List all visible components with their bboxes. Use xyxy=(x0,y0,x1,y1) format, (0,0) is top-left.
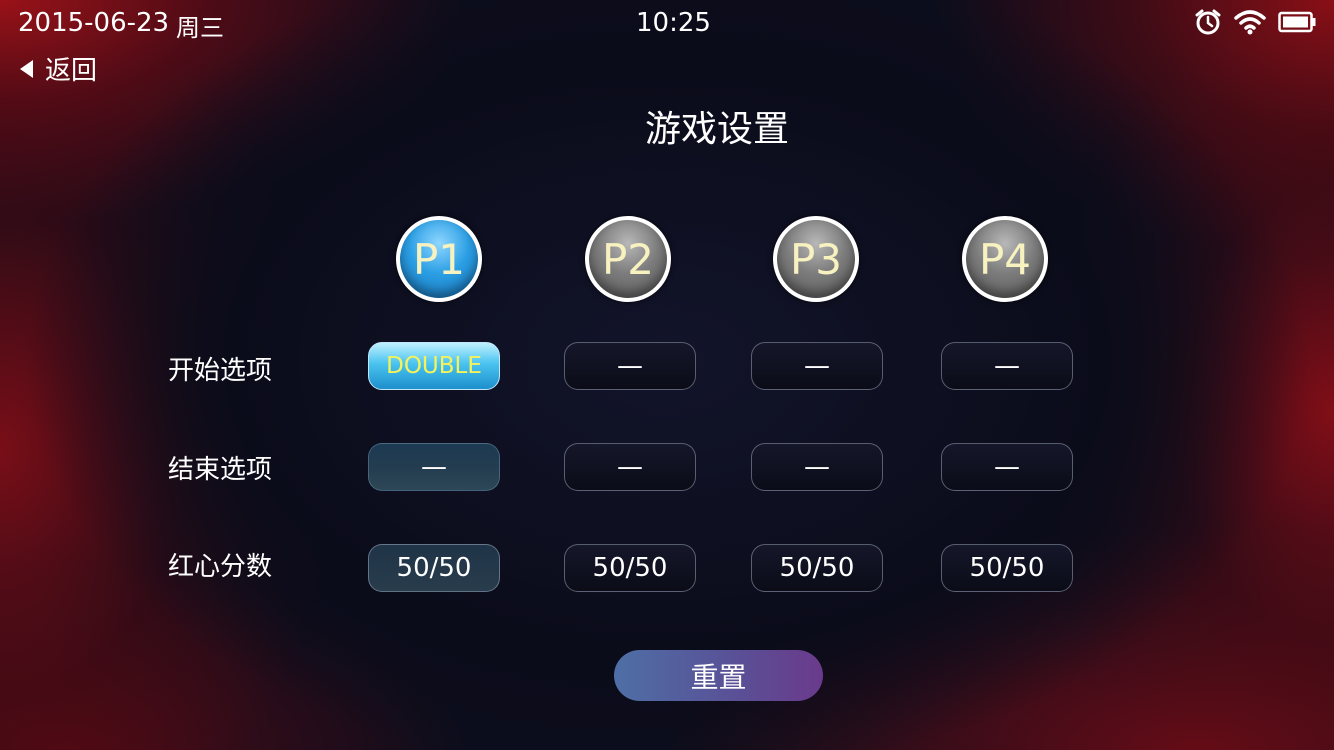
player-p3-button[interactable]: P3 xyxy=(773,216,859,302)
player-p4-button[interactable]: P4 xyxy=(962,216,1048,302)
back-label: 返回 xyxy=(45,56,98,86)
status-date: 2015-06-23 xyxy=(18,8,170,38)
page-title: 游戏设置 xyxy=(644,109,789,150)
end-option-p4[interactable]: — xyxy=(941,443,1073,491)
bullseye-score-label: 红心分数 xyxy=(168,552,273,582)
start-option-p4[interactable]: — xyxy=(941,342,1073,390)
start-option-p3[interactable]: — xyxy=(751,342,883,390)
start-option-p1[interactable]: DOUBLE xyxy=(368,342,500,390)
end-option-p3[interactable]: — xyxy=(751,443,883,491)
start-option-p2[interactable]: — xyxy=(564,342,696,390)
bullseye-score-p1[interactable]: 50/50 xyxy=(368,544,500,592)
alarm-icon xyxy=(1194,8,1222,36)
bullseye-score-p2[interactable]: 50/50 xyxy=(564,544,696,592)
status-weekday: 周三 xyxy=(176,14,224,42)
end-option-label: 结束选项 xyxy=(168,455,273,485)
back-button[interactable]: 返回 xyxy=(20,50,97,87)
bullseye-score-p3[interactable]: 50/50 xyxy=(751,544,883,592)
battery-icon xyxy=(1278,11,1316,33)
wifi-icon xyxy=(1234,9,1266,35)
player-p1-button[interactable]: P1 xyxy=(396,216,482,302)
end-option-p1[interactable]: — xyxy=(368,443,500,491)
status-time: 10:25 xyxy=(636,8,711,38)
back-arrow-icon xyxy=(20,59,33,78)
player-p2-button[interactable]: P2 xyxy=(585,216,671,302)
bullseye-score-p4[interactable]: 50/50 xyxy=(941,544,1073,592)
end-option-p2[interactable]: — xyxy=(564,443,696,491)
start-option-label: 开始选项 xyxy=(168,356,273,386)
status-icons xyxy=(1194,8,1316,36)
reset-button[interactable]: 重置 xyxy=(614,650,823,701)
